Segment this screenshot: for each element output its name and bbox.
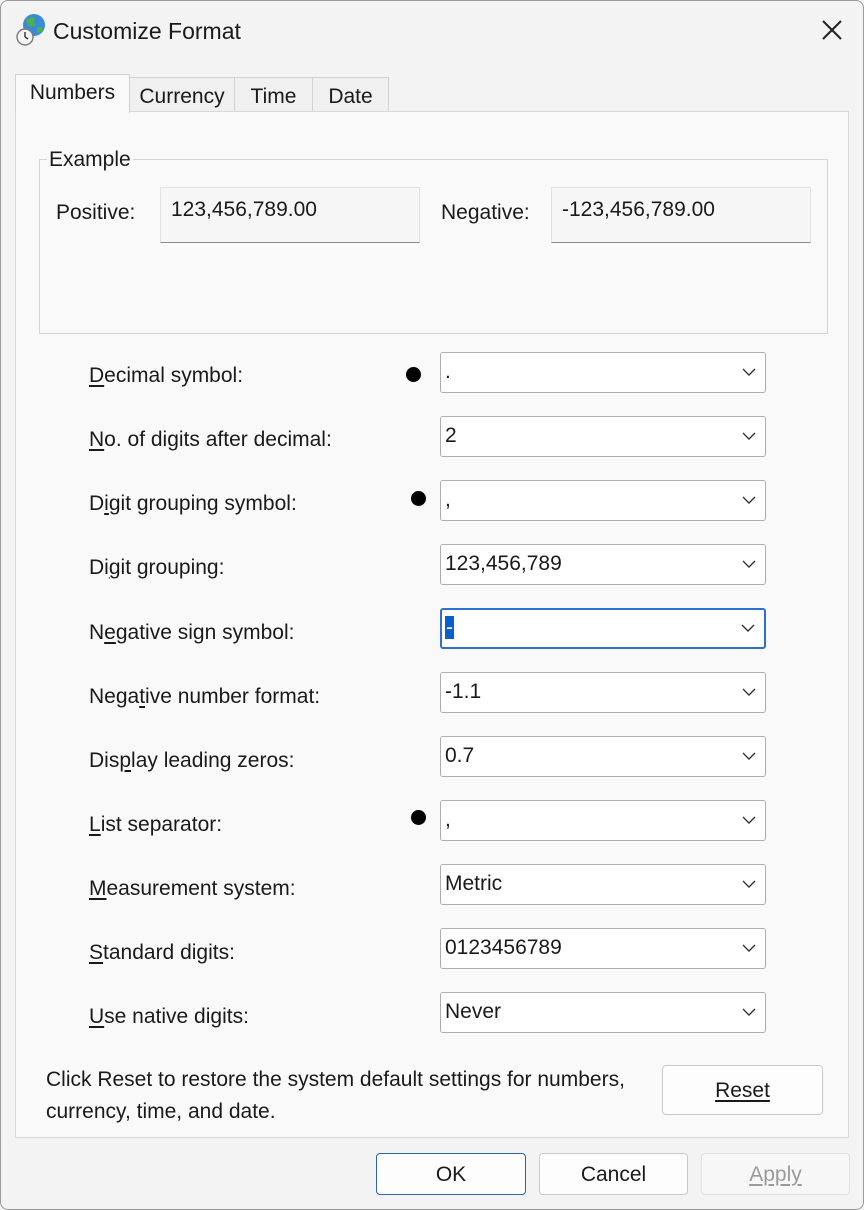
digits-after-decimal-label-access-key: N <box>89 428 105 451</box>
title-bar: Customize Format <box>1 1 863 61</box>
reset-button[interactable]: Reset <box>662 1065 823 1115</box>
measurement-system-label-access-key: M <box>89 877 107 900</box>
digit-grouping-label: Digit grouping: <box>89 556 225 579</box>
chevron-down-icon <box>742 688 756 696</box>
globe-clock-icon <box>16 14 45 46</box>
ok-button[interactable]: OK <box>376 1153 526 1195</box>
measurement-system-label: Measurement system: <box>89 877 296 900</box>
display-leading-zeros-label: Display leading zeros: <box>89 749 295 772</box>
negative-sign-symbol-label: Negative sign symbol: <box>89 621 295 644</box>
window-title: Customize Format <box>53 18 241 44</box>
chevron-down-icon <box>742 752 756 760</box>
numbers-tab-panel: Example Positive: 123,456,789.00 Negativ… <box>15 111 849 1138</box>
chevron-down-icon <box>742 1008 756 1016</box>
digit-grouping-symbol-label-access-key: i <box>104 492 109 515</box>
chevron-down-icon <box>742 944 756 952</box>
positive-label: Positive: <box>56 201 136 224</box>
digits-after-decimal-label: No. of digits after decimal: <box>89 428 332 451</box>
use-native-digits-label-access-key: U <box>89 1005 105 1028</box>
example-groupbox <box>39 159 828 334</box>
list-separator-marker <box>411 810 426 825</box>
chevron-down-icon <box>742 560 756 568</box>
standard-digits-label-access-key: S <box>89 941 104 964</box>
use-native-digits-combo[interactable]: Never <box>440 992 766 1033</box>
negative-number-format-combo[interactable]: -1.1 <box>440 672 766 713</box>
digit-grouping-label-access-key: g <box>108 556 121 579</box>
standard-digits-combo[interactable]: 0123456789 <box>440 928 766 969</box>
cancel-button[interactable]: Cancel <box>539 1153 688 1195</box>
negative-number-format-label: Negative number format: <box>89 685 321 708</box>
display-leading-zeros-combo[interactable]: 0.7 <box>440 736 766 777</box>
chevron-down-icon <box>742 368 756 376</box>
tab-time[interactable]: Time <box>234 77 313 112</box>
chevron-down-icon <box>742 816 756 824</box>
digits-after-decimal-combo[interactable]: 2 <box>440 416 766 457</box>
reset-description: Click Reset to restore the system defaul… <box>46 1068 625 1123</box>
customize-format-dialog: Customize Format Numbers Currency Time D… <box>0 0 864 1210</box>
digit-grouping-combo[interactable]: 123,456,789 <box>440 544 766 585</box>
display-leading-zeros-label-access-key: p <box>119 749 132 772</box>
list-separator-label-access-key: L <box>89 813 101 836</box>
use-native-digits-value: Never <box>445 1000 502 1023</box>
apply-button[interactable]: Apply <box>701 1153 850 1195</box>
standard-digits-value: 0123456789 <box>445 936 562 959</box>
example-group-title: Example <box>47 148 133 172</box>
list-separator-label: List separator: <box>89 813 223 836</box>
chevron-down-icon <box>742 880 756 888</box>
measurement-system-combo[interactable]: Metric <box>440 864 766 905</box>
measurement-system-value: Metric <box>445 872 503 895</box>
tab-currency[interactable]: Currency <box>129 77 235 112</box>
list-separator-combo[interactable]: , <box>440 800 766 841</box>
digit-grouping-symbol-combo[interactable]: , <box>440 480 766 521</box>
reset-button-label: Reset <box>715 1079 770 1102</box>
apply-button-label: Apply <box>749 1163 802 1186</box>
digit-grouping-symbol-label: Digit grouping symbol: <box>89 492 297 515</box>
decimal-symbol-marker <box>406 367 421 382</box>
tab-numbers[interactable]: Numbers <box>15 74 130 113</box>
decimal-symbol-combo[interactable]: . <box>440 352 766 393</box>
digit-grouping-symbol-marker <box>411 491 426 506</box>
negative-label: Negative: <box>441 201 530 224</box>
negative-sign-symbol-label-access-key: e <box>104 621 116 644</box>
digit-grouping-symbol-value: , <box>445 488 451 511</box>
decimal-symbol-label: Decimal symbol: <box>89 364 244 387</box>
digits-after-decimal-value: 2 <box>445 424 457 447</box>
negative-number-format-value: -1.1 <box>445 680 482 703</box>
negative-example-field: -123,456,789.00 <box>551 187 811 243</box>
standard-digits-label: Standard digits: <box>89 941 235 964</box>
decimal-symbol-label-access-key: D <box>89 364 105 387</box>
list-separator-value: , <box>445 808 451 831</box>
chevron-down-icon <box>742 496 756 504</box>
negative-number-format-label-access-key: t <box>139 685 146 708</box>
display-leading-zeros-value: 0.7 <box>445 744 475 767</box>
chevron-down-icon <box>742 432 756 440</box>
positive-example-field: 123,456,789.00 <box>160 187 420 243</box>
close-icon[interactable] <box>815 13 849 47</box>
tab-date[interactable]: Date <box>312 77 389 112</box>
negative-sign-symbol-combo[interactable]: - <box>440 608 766 649</box>
chevron-down-icon <box>741 624 755 632</box>
digit-grouping-value: 123,456,789 <box>445 552 562 575</box>
decimal-symbol-value: . <box>445 360 451 383</box>
negative-sign-symbol-value: - <box>445 616 454 639</box>
use-native-digits-label: Use native digits: <box>89 1005 249 1028</box>
